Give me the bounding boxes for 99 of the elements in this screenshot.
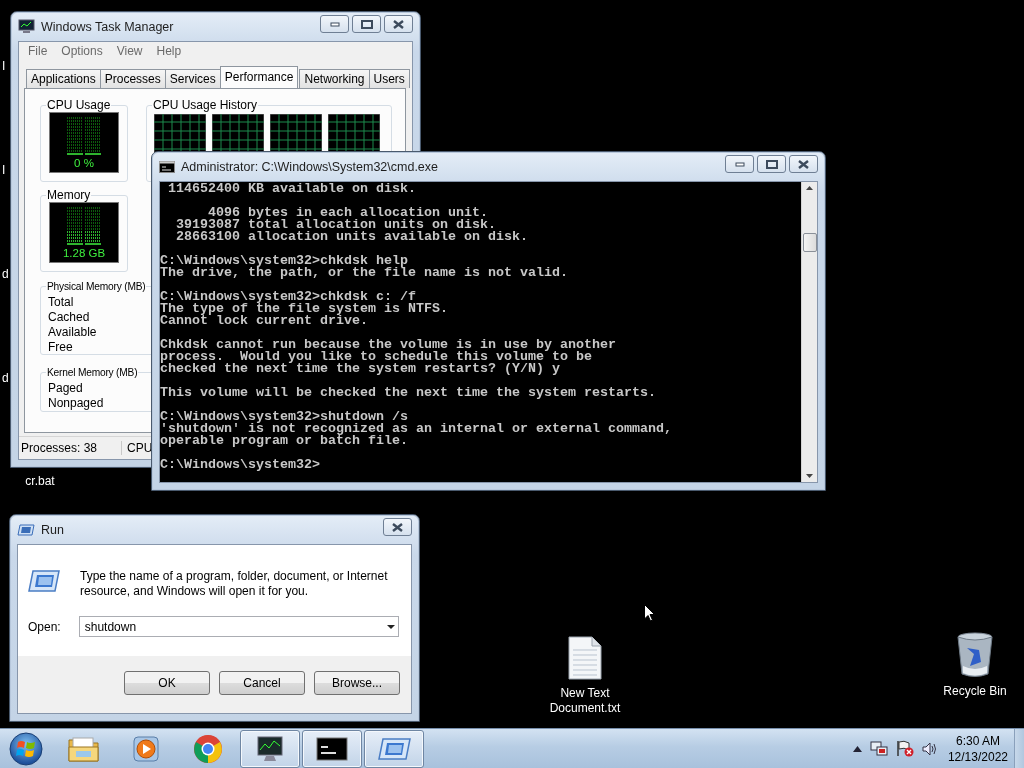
close-button[interactable] xyxy=(789,155,818,173)
close-button[interactable] xyxy=(383,518,412,536)
tab[interactable]: Applications xyxy=(26,69,101,88)
console-line: Cannot lock current drive. xyxy=(160,315,368,327)
console-icon xyxy=(316,736,348,761)
scroll-down-icon[interactable] xyxy=(806,474,813,478)
console-line: Chkdsk cannot run because the volume is in use by another xyxy=(160,339,617,351)
console-line: C:\Windows\system32>chkdsk c: /f xyxy=(160,291,416,303)
desktop-icon-label[interactable]: Recycle Bin xyxy=(943,684,1007,699)
group-label: Memory xyxy=(46,188,92,202)
run-icon xyxy=(17,523,35,536)
desktop-icon-label[interactable]: New Text Document.txt xyxy=(540,686,630,716)
desktop-icon-label: d xyxy=(2,267,9,281)
console-line: The drive, the path, or the file name is not valid. xyxy=(160,267,569,279)
console-line: 39193087 total allocation units on disk. xyxy=(175,219,496,231)
close-button[interactable] xyxy=(384,15,413,33)
maximize-icon xyxy=(360,19,373,29)
task-manager-button[interactable] xyxy=(240,729,300,768)
field-label: Open: xyxy=(28,619,61,634)
run-icon xyxy=(28,569,60,593)
console-line: 'shutdown' is not recognized as an internal or external command, xyxy=(160,423,673,435)
tab[interactable]: Users xyxy=(368,69,410,88)
flag-icon[interactable] xyxy=(895,740,914,757)
windows-logo-icon xyxy=(8,730,44,767)
status-text: Processes: 38 xyxy=(19,441,122,455)
media-player-icon xyxy=(131,733,161,764)
desktop-icon-label: I xyxy=(2,163,6,177)
close-icon xyxy=(393,19,404,29)
group-label: CPU Usage History xyxy=(152,98,259,112)
memory-label: Total xyxy=(48,295,75,310)
minimize-icon xyxy=(329,21,340,27)
open-combo-box[interactable]: shutdown xyxy=(78,616,399,637)
meter-reading: 0 % xyxy=(74,157,94,170)
memory-label: Paged xyxy=(48,381,84,396)
console-line: 114652400 KB available on disk. xyxy=(167,183,417,195)
start-button[interactable] xyxy=(6,729,46,768)
memory-label: Free xyxy=(48,340,74,355)
desktop-icon-label: d xyxy=(2,371,9,385)
menu-item[interactable]: View xyxy=(109,44,150,58)
menu-item[interactable]: Help xyxy=(149,44,189,58)
scroll-up-icon[interactable] xyxy=(806,186,813,190)
console-line: process. Would you like to schedule this volume to be xyxy=(160,351,593,363)
minimize-button[interactable] xyxy=(725,155,754,173)
memory-label: Nonpaged xyxy=(48,396,105,411)
maximize-button[interactable] xyxy=(352,15,381,33)
close-icon xyxy=(798,159,809,169)
console-line: C:\Windows\system32>shutdown /s xyxy=(160,411,409,423)
tab[interactable]: Networking xyxy=(299,69,370,88)
memory-label: Cached xyxy=(48,310,91,325)
desktop-icon-label[interactable]: cr.bat xyxy=(25,474,55,489)
scrollbar-thumb[interactable] xyxy=(803,233,817,252)
close-icon xyxy=(392,522,403,532)
memory-label: Available xyxy=(48,325,98,340)
show-hidden-icons-icon[interactable] xyxy=(852,745,862,752)
run-button[interactable] xyxy=(364,729,424,768)
meter-reading: 1.28 GB xyxy=(62,247,106,260)
browse-button[interactable]: Browse... xyxy=(314,670,400,695)
tab[interactable]: Services xyxy=(164,69,221,88)
console-line: The type of the file system is NTFS. xyxy=(160,303,449,315)
window-title: Run xyxy=(41,522,65,537)
console-icon xyxy=(159,160,175,173)
monitor-icon xyxy=(254,734,286,763)
window-title: Windows Task Manager xyxy=(41,19,175,34)
window-title: Administrator: C:\Windows\System32\cmd.exe xyxy=(181,159,440,174)
maximize-button[interactable] xyxy=(757,155,786,173)
console-line: checked the next time the system restarts? (Y/N) y xyxy=(160,363,561,375)
console-line: C:\Windows\system32> xyxy=(160,459,321,471)
cancel-button[interactable]: Cancel xyxy=(219,670,305,695)
console-line: operable program or batch file. xyxy=(160,435,409,447)
console-button[interactable] xyxy=(302,729,362,768)
group-label: CPU Usage xyxy=(46,98,112,112)
text-file-icon[interactable] xyxy=(568,636,602,680)
minimize-button[interactable] xyxy=(320,15,349,33)
speaker-icon[interactable] xyxy=(921,741,938,756)
console-line: This volume will be checked the next time the system restarts. xyxy=(160,387,657,399)
tab[interactable]: Performance xyxy=(219,66,299,88)
mouse-pointer-icon xyxy=(644,604,655,622)
ok-button[interactable]: OK xyxy=(124,670,210,695)
maximize-icon xyxy=(765,159,778,169)
instruction-text: Type the name of a program, folder, document, or Internet resource, and Windows will open it for you. xyxy=(80,569,389,599)
console-line: 4096 bytes in each allocation unit. xyxy=(208,207,488,219)
group-label: Kernel Memory (MB) xyxy=(46,367,139,378)
group-label: Physical Memory (MB) xyxy=(46,281,147,292)
scrollbar[interactable] xyxy=(801,182,817,482)
desktop-icon-label: I xyxy=(2,59,6,73)
console-line: 28663100 allocation units available on disk. xyxy=(175,231,529,243)
browser-icon xyxy=(192,732,224,765)
clock-time[interactable]: 6:30 AM xyxy=(955,732,1000,749)
run-icon xyxy=(377,736,411,761)
tab[interactable]: Processes xyxy=(99,69,166,88)
clock-date[interactable]: 12/13/2022 xyxy=(947,748,1008,765)
minimize-icon xyxy=(734,161,745,167)
monitor-icon xyxy=(18,19,35,34)
recycle-bin-icon[interactable] xyxy=(957,632,993,678)
menu-item[interactable]: File xyxy=(21,44,55,58)
network-icon[interactable] xyxy=(869,740,888,757)
menu-item[interactable]: Options xyxy=(54,44,110,58)
console-line: C:\Windows\system32>chkdsk help xyxy=(160,255,408,267)
status-text: CPU xyxy=(126,441,153,455)
